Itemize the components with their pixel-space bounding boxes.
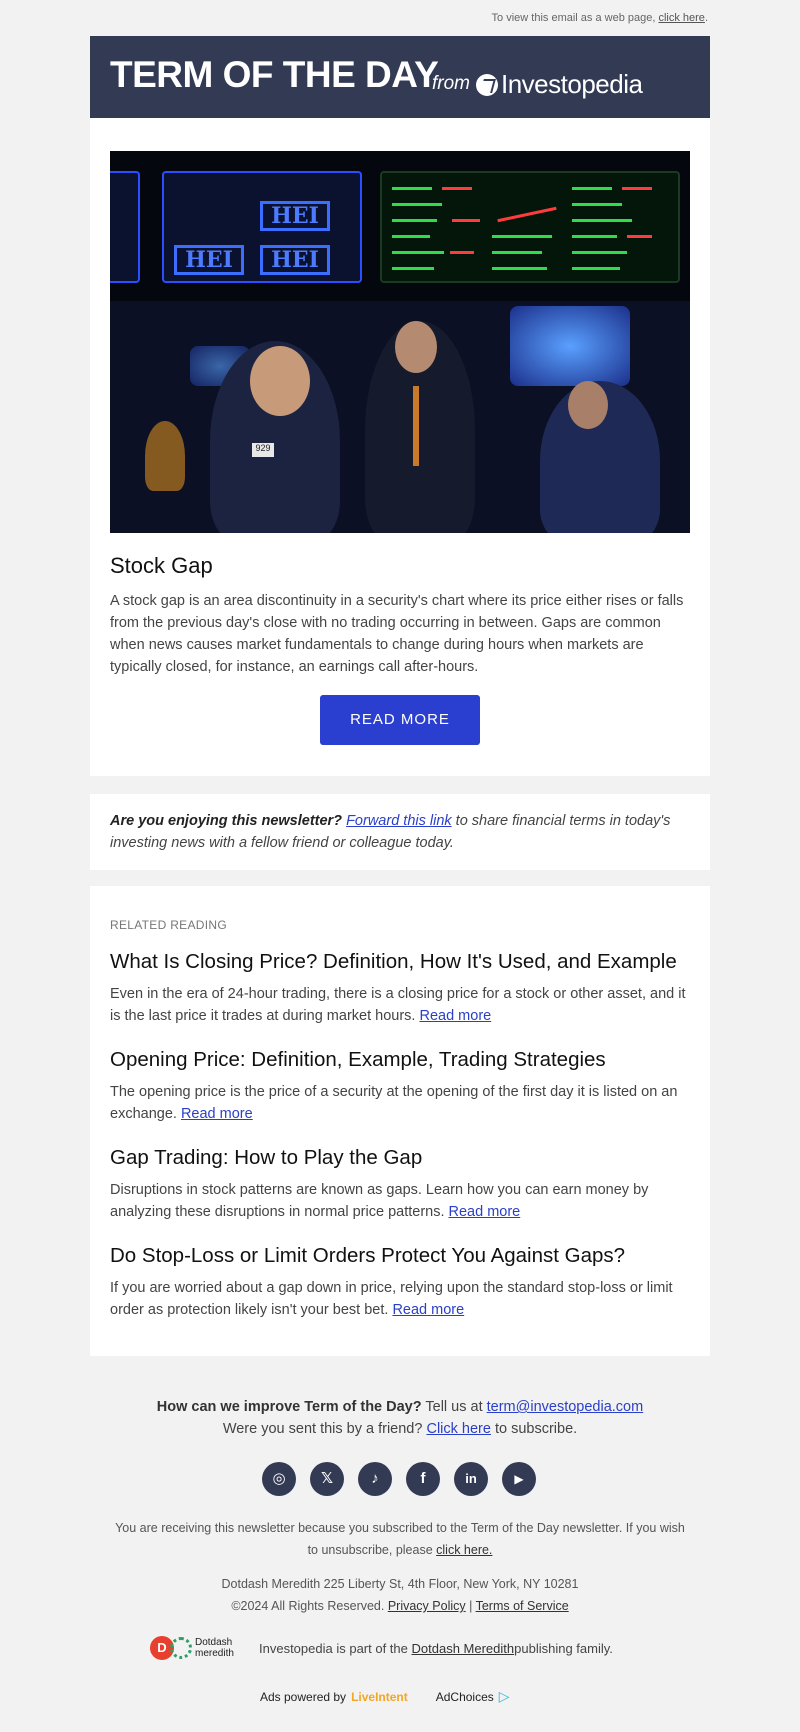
article-read-more-link[interactable]: Read more (392, 1302, 464, 1318)
share-text: Are you enjoying this newsletter? Forwar… (110, 810, 690, 854)
newsletter-title: TERM OF THE DAY (110, 54, 439, 95)
investopedia-mark-icon (476, 73, 498, 96)
liveintent-logo[interactable]: LiveIntent (351, 1690, 408, 1704)
article-summary: If you are worried about a gap down in p… (110, 1280, 673, 1318)
web-view-link[interactable]: click here (658, 12, 704, 24)
unsubscribe-link[interactable]: click here. (436, 1543, 492, 1557)
article-title[interactable]: Do Stop-Loss or Limit Orders Protect You… (110, 1244, 690, 1268)
instagram-icon[interactable]: ◎ (262, 1462, 296, 1496)
ads-powered-label: Ads powered by (260, 1689, 347, 1704)
from-label: from (432, 73, 470, 94)
article-title[interactable]: Opening Price: Definition, Example, Trad… (110, 1048, 690, 1072)
related-article: Opening Price: Definition, Example, Trad… (110, 1048, 690, 1125)
forward-link[interactable]: Forward this link (346, 813, 452, 829)
web-view-line: To view this email as a web page, click … (491, 12, 708, 24)
dotdash-meredith-link[interactable]: Dotdash Meredith (412, 1641, 515, 1656)
facebook-icon[interactable]: f (406, 1462, 440, 1496)
tiktok-icon[interactable]: ♪ (358, 1462, 392, 1496)
related-article: What Is Closing Price? Definition, How I… (110, 950, 690, 1027)
unsubscribe-notice: You are receiving this newsletter becaus… (115, 1521, 685, 1557)
article-summary: Even in the era of 24-hour trading, ther… (110, 986, 686, 1024)
article-read-more-link[interactable]: Read more (181, 1106, 253, 1122)
term-description: A stock gap is an area discontinuity in … (110, 593, 684, 675)
board-label: HEI (174, 245, 244, 275)
meredith-m-icon (170, 1637, 192, 1659)
adchoices-link[interactable]: AdChoices ▷ (436, 1688, 510, 1705)
adchoices-icon: ▷ (498, 1688, 510, 1704)
article-title[interactable]: What Is Closing Price? Definition, How I… (110, 950, 690, 974)
article-read-more-link[interactable]: Read more (419, 1008, 491, 1024)
ads-bar: Ads powered by LiveIntent AdChoices ▷ (260, 1688, 510, 1705)
related-article: Do Stop-Loss or Limit Orders Protect You… (110, 1244, 690, 1321)
subscribe-link[interactable]: Click here (426, 1421, 490, 1437)
share-card: Are you enjoying this newsletter? Forwar… (90, 794, 710, 870)
publisher-family: D Dotdash meredith Investopedia is part … (150, 1636, 613, 1660)
term-title: Stock Gap (110, 553, 213, 578)
linkedin-icon[interactable]: in (454, 1462, 488, 1496)
article-summary: The opening price is the price of a secu… (110, 1084, 678, 1122)
article-read-more-link[interactable]: Read more (449, 1204, 521, 1220)
share-question: Are you enjoying this newsletter? (110, 813, 343, 829)
web-view-text: To view this email as a web page, (491, 12, 659, 24)
hero-image[interactable]: HEI HEI HEI 929 (110, 151, 690, 533)
youtube-icon[interactable]: ▶ (502, 1462, 536, 1496)
board-label: HEI (260, 201, 330, 231)
feedback-question: How can we improve Term of the Day? (156, 1399, 422, 1415)
dotdash-meredith-logo[interactable]: D Dotdash meredith (150, 1636, 247, 1660)
ticker-boards: HEI HEI HEI (110, 151, 690, 301)
feedback-block: How can we improve Term of the Day? Tell… (156, 1399, 644, 1437)
related-article: Gap Trading: How to Play the Gap Disrupt… (110, 1146, 690, 1223)
investopedia-logo[interactable]: Investopedia (476, 69, 643, 100)
x-icon[interactable]: 𝕏 (310, 1462, 344, 1496)
newsletter-header: TERM OF THE DAY from Investopedia (90, 36, 710, 118)
social-links: ◎ 𝕏 ♪ f in ▶ (262, 1462, 536, 1496)
ddm-logo-text: Dotdash meredith (195, 1637, 234, 1659)
brand-name: Investopedia (501, 69, 643, 99)
article-summary: Disruptions in stock patterns are known … (110, 1182, 649, 1220)
term-card: HEI HEI HEI 929 Stock Gap A stock gap is… (90, 118, 710, 776)
legal-block: Dotdash Meredith 225 Liberty St, 4th Flo… (110, 1573, 690, 1617)
feedback-email-link[interactable]: term@investopedia.com (487, 1399, 644, 1415)
related-reading-label: RELATED READING (110, 918, 227, 932)
privacy-policy-link[interactable]: Privacy Policy (388, 1599, 466, 1613)
terms-of-service-link[interactable]: Terms of Service (476, 1599, 569, 1613)
article-title[interactable]: Gap Trading: How to Play the Gap (110, 1146, 690, 1170)
related-reading-card: RELATED READING What Is Closing Price? D… (90, 886, 710, 1356)
read-more-button[interactable]: READ MORE (320, 695, 480, 745)
board-label: HEI (260, 245, 330, 275)
trader-badge: 929 (252, 443, 274, 457)
company-address: Dotdash Meredith 225 Liberty St, 4th Flo… (221, 1577, 579, 1591)
